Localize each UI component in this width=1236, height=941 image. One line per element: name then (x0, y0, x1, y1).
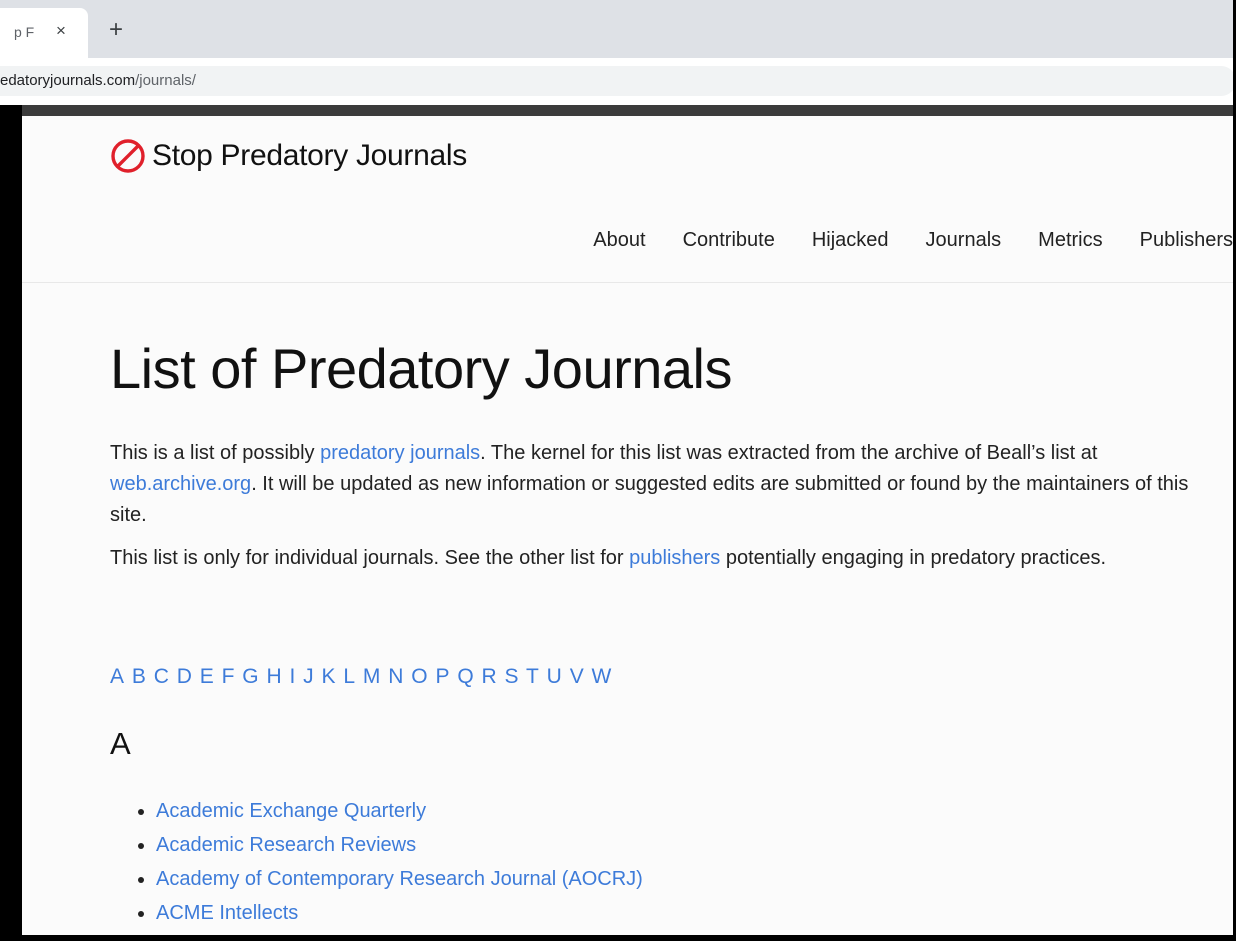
toolbar-divider (0, 105, 1236, 116)
tab-title: p F (14, 24, 34, 40)
alphabet-link-i[interactable]: I (289, 665, 295, 688)
intro-text-3: . It will be updated as new information … (110, 473, 1189, 526)
alphabet-link-h[interactable]: H (266, 665, 281, 688)
alphabet-link-w[interactable]: W (592, 665, 612, 688)
screen-edge-bottom (0, 935, 1236, 941)
alphabet-link-k[interactable]: K (322, 665, 336, 688)
nav-contribute[interactable]: Contribute (683, 229, 775, 252)
journal-link[interactable]: ACME Intellects (156, 902, 298, 924)
intro-text-1: This is a list of possibly (110, 442, 321, 464)
prohibited-icon (111, 139, 145, 173)
alphabet-link-r[interactable]: R (482, 665, 497, 688)
site-title: Stop Predatory Journals (152, 139, 467, 172)
nav-about[interactable]: About (593, 229, 645, 252)
publishers-link[interactable]: publishers (629, 547, 720, 569)
note-text-2: potentially engaging in predatory practi… (720, 547, 1107, 569)
nav-hijacked[interactable]: Hijacked (812, 229, 889, 252)
note-paragraph: This list is only for individual journal… (110, 543, 1230, 574)
main-nav: About Contribute Hijacked Journals Metri… (593, 229, 1233, 252)
alphabet-link-g[interactable]: G (242, 665, 258, 688)
alphabet-link-e[interactable]: E (200, 665, 214, 688)
close-icon[interactable]: × (50, 20, 72, 42)
browser-tab[interactable]: p F × (0, 8, 88, 58)
url-text: edatoryjournals.com/journals/ (0, 72, 196, 89)
alphabet-link-c[interactable]: C (154, 665, 169, 688)
alphabet-link-l[interactable]: L (343, 665, 355, 688)
list-item: ACME Intellects (156, 896, 643, 930)
alphabet-link-j[interactable]: J (303, 665, 314, 688)
alphabet-link-d[interactable]: D (177, 665, 192, 688)
alphabet-index: A B C D E F G H I J K L M N O P Q R S T … (110, 665, 613, 689)
new-tab-icon[interactable]: + (104, 18, 128, 42)
alphabet-link-p[interactable]: P (435, 665, 449, 688)
intro-content: This is a list of possibly predatory jou… (110, 438, 1230, 586)
predatory-journals-link[interactable]: predatory journals (320, 442, 480, 464)
alphabet-link-o[interactable]: O (411, 665, 427, 688)
journal-link[interactable]: Academic Exchange Quarterly (156, 800, 426, 822)
section-heading: A (110, 726, 131, 761)
list-item: Academic Research Reviews (156, 828, 643, 862)
list-item: Academic Exchange Quarterly (156, 794, 643, 828)
page-title: List of Predatory Journals (110, 337, 732, 400)
alphabet-link-v[interactable]: V (570, 665, 584, 688)
note-text-1: This list is only for individual journal… (110, 547, 630, 569)
screen-edge (0, 105, 22, 941)
address-bar[interactable]: edatoryjournals.com/journals/ (0, 66, 1236, 96)
url-host: edatoryjournals.com (0, 72, 136, 89)
alphabet-link-n[interactable]: N (388, 665, 403, 688)
journal-link[interactable]: Academy of Contemporary Research Journal… (156, 868, 643, 890)
intro-paragraph: This is a list of possibly predatory jou… (110, 438, 1230, 531)
intro-text-2: . The kernel for this list was extracted… (480, 442, 1098, 464)
alphabet-link-u[interactable]: U (547, 665, 562, 688)
header-divider (22, 282, 1233, 283)
nav-publishers[interactable]: Publishers (1140, 229, 1233, 252)
browser-toolbar: edatoryjournals.com/journals/ (0, 58, 1236, 105)
list-item: Academy of Contemporary Research Journal… (156, 862, 643, 896)
page-viewport[interactable]: Stop Predatory Journals About Contribute… (22, 116, 1233, 935)
site-brand[interactable]: Stop Predatory Journals (110, 138, 467, 174)
journal-link[interactable]: Academic Research Reviews (156, 834, 416, 856)
journal-list: Academic Exchange Quarterly Academic Res… (110, 794, 643, 930)
alphabet-link-s[interactable]: S (505, 665, 519, 688)
nav-journals[interactable]: Journals (926, 229, 1002, 252)
browser-tab-strip: p F × + (0, 0, 1236, 58)
alphabet-link-t[interactable]: T (526, 665, 539, 688)
url-path: /journals/ (135, 72, 196, 89)
web-archive-link[interactable]: web.archive.org (110, 473, 251, 495)
nav-metrics[interactable]: Metrics (1038, 229, 1102, 252)
alphabet-link-b[interactable]: B (132, 665, 146, 688)
alphabet-link-m[interactable]: M (363, 665, 381, 688)
alphabet-link-f[interactable]: F (222, 665, 235, 688)
alphabet-link-a[interactable]: A (110, 665, 124, 688)
alphabet-link-q[interactable]: Q (457, 665, 473, 688)
